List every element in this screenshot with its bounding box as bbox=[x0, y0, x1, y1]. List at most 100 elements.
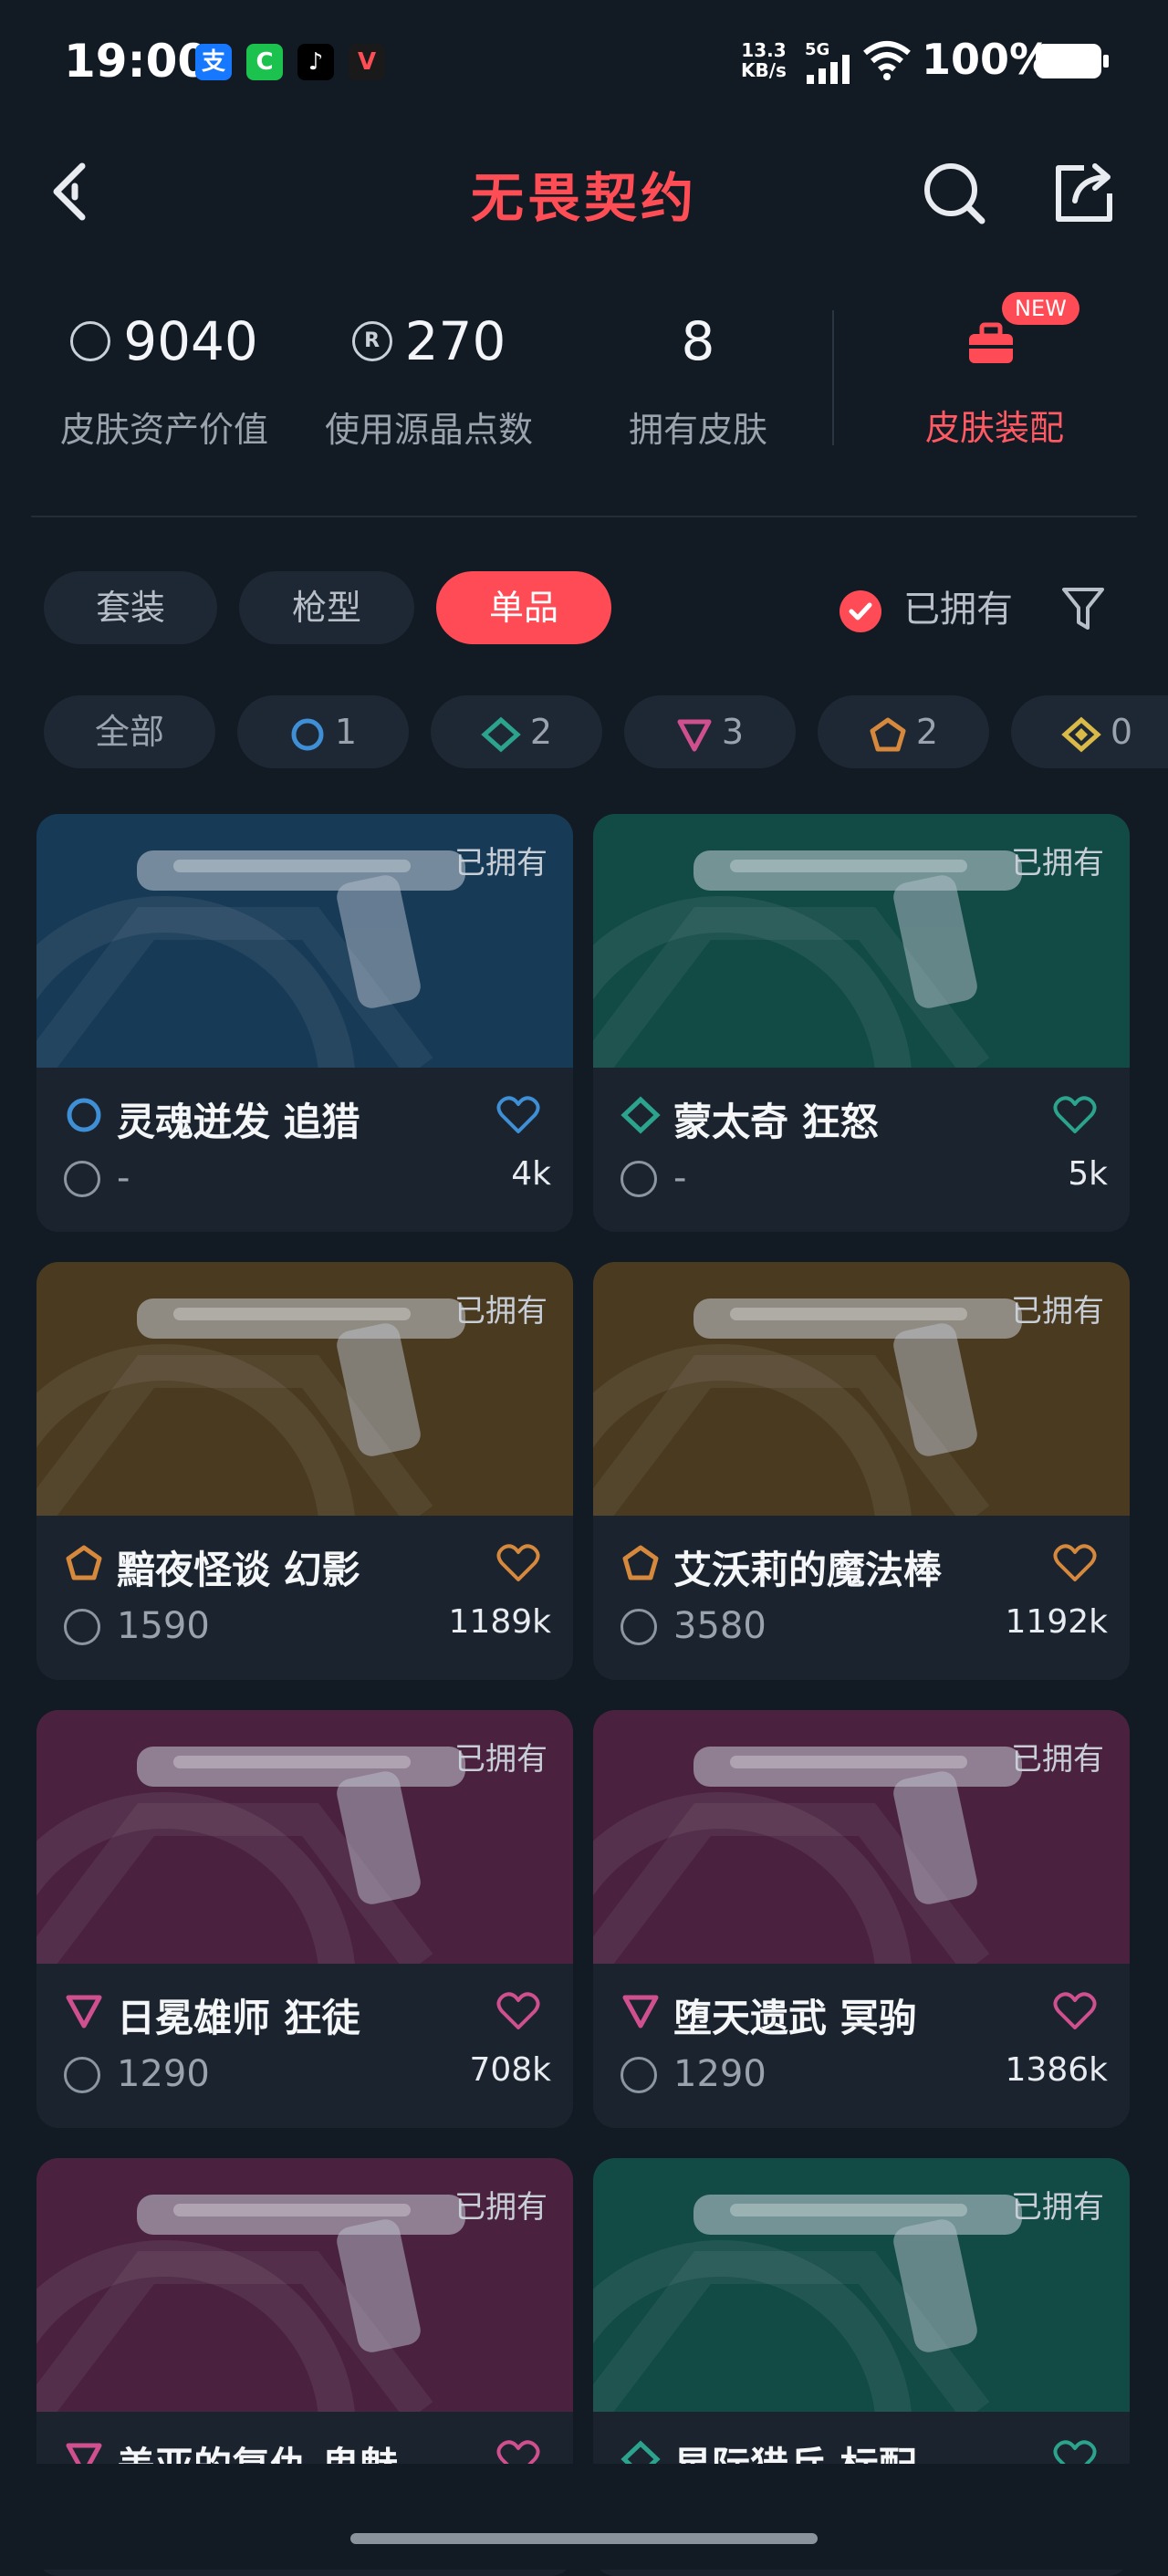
stat-asset-value: 9040 bbox=[36, 310, 292, 372]
chip-tier-premium[interactable]: 3 bbox=[624, 695, 796, 768]
heart-icon[interactable] bbox=[1053, 1095, 1097, 1135]
like-count: 1386k bbox=[1005, 2051, 1108, 2089]
skin-card[interactable]: 已拥有堕天遗武 冥驹 1290 1386k bbox=[593, 1710, 1130, 2128]
filter-icon[interactable] bbox=[1060, 584, 1106, 633]
chip-all[interactable]: 全部 bbox=[44, 695, 215, 768]
tier-deluxe-icon bbox=[481, 716, 521, 752]
owned-label: 已拥有 bbox=[1011, 845, 1104, 881]
skin-price: - bbox=[673, 1157, 687, 1199]
stat-label: 皮肤资产价值 bbox=[59, 410, 268, 450]
heart-icon[interactable] bbox=[496, 1543, 540, 1583]
skin-card[interactable]: 已拥有蒙太奇 狂怒 - 5k bbox=[593, 814, 1130, 1232]
vp-coin-icon bbox=[620, 1161, 657, 1197]
skin-name: 堕天遗武 冥驹 bbox=[673, 1996, 917, 2040]
vp-coin-icon bbox=[620, 1609, 657, 1645]
owned-filter-label: 已拥有 bbox=[903, 589, 1013, 631]
stat-label: 拥有皮肤 bbox=[628, 410, 767, 450]
skin-card[interactable]: 已拥有艾沃莉的魔法棒 3580 1192k bbox=[593, 1262, 1130, 1680]
chip-tier-deluxe[interactable]: 2 bbox=[431, 695, 602, 768]
chip-tier-select[interactable]: 1 bbox=[237, 695, 409, 768]
tier-icon bbox=[67, 1098, 101, 1132]
tier-ultra-icon bbox=[1061, 716, 1101, 752]
stat-owned-count: 8 bbox=[681, 310, 715, 372]
tier-select-icon bbox=[291, 718, 324, 750]
like-count: 1192k bbox=[1005, 1603, 1108, 1641]
heart-icon[interactable] bbox=[496, 1991, 540, 2031]
owned-label: 已拥有 bbox=[454, 1293, 548, 1330]
stat-label: 使用源晶点数 bbox=[324, 410, 533, 450]
skin-price: 1290 bbox=[673, 2053, 766, 2095]
valorant-app-icon: V bbox=[349, 44, 385, 80]
tier-icon bbox=[66, 1545, 102, 1580]
network-speed: 13.3 KB/s bbox=[741, 39, 787, 81]
skin-price: - bbox=[117, 1157, 130, 1199]
heart-icon[interactable] bbox=[1053, 1991, 1097, 2031]
owned-filter-toggle[interactable]: 已拥有 bbox=[840, 582, 1013, 637]
divider bbox=[832, 310, 834, 445]
heart-icon[interactable] bbox=[1053, 1543, 1097, 1583]
page-title: 无畏契约 bbox=[470, 167, 697, 229]
like-count: 4k bbox=[511, 1155, 551, 1193]
owned-label: 已拥有 bbox=[1011, 1293, 1104, 1330]
status-bar: 19:00 支 C ♪ V 13.3 KB/s 5G 100% bbox=[0, 0, 1168, 128]
owned-label: 已拥有 bbox=[454, 2189, 548, 2226]
skin-card[interactable]: 已拥有黯夜怪谈 幻影 1590 1189k bbox=[36, 1262, 573, 1680]
skin-name: 艾沃莉的魔法棒 bbox=[673, 1548, 943, 1592]
tier-premium-icon bbox=[677, 719, 712, 751]
chip-tier-exclusive[interactable]: 2 bbox=[818, 695, 989, 768]
locker-icon bbox=[969, 322, 1013, 363]
skin-card[interactable]: 已拥有灵魂迸发 追猎 - 4k bbox=[36, 814, 573, 1232]
status-time: 19:00 bbox=[64, 35, 210, 88]
search-icon[interactable] bbox=[922, 161, 987, 226]
divider bbox=[31, 516, 1137, 517]
like-count: 5k bbox=[1068, 1155, 1108, 1193]
wifi-icon bbox=[863, 41, 911, 80]
battery-percent: 100% bbox=[922, 35, 1052, 84]
tier-icon bbox=[622, 1545, 659, 1580]
new-badge: NEW bbox=[1002, 292, 1079, 325]
skin-name: 蒙太奇 狂怒 bbox=[673, 1100, 879, 1144]
battery-icon bbox=[1036, 44, 1109, 78]
stat-radianite: R 270 bbox=[310, 310, 548, 372]
skin-name: 日冕雄师 狂徒 bbox=[117, 1996, 360, 2040]
tab-weapon-type[interactable]: 枪型 bbox=[239, 571, 414, 644]
owned-label: 已拥有 bbox=[454, 1741, 548, 1778]
skin-price: 3580 bbox=[673, 1605, 766, 1647]
loadout-button[interactable]: NEW 皮肤装配 bbox=[858, 292, 1132, 456]
vp-coin-icon bbox=[64, 2057, 100, 2093]
stat-value: 9040 bbox=[123, 310, 258, 372]
tier-exclusive-icon bbox=[870, 717, 906, 751]
signal-icon bbox=[807, 55, 850, 84]
owned-label: 已拥有 bbox=[1011, 1741, 1104, 1778]
alipay-icon: 支 bbox=[195, 44, 232, 80]
radianite-icon: R bbox=[351, 321, 392, 361]
owned-label: 已拥有 bbox=[454, 845, 548, 881]
like-count: 708k bbox=[469, 2051, 551, 2089]
tab-single-items[interactable]: 单品 bbox=[436, 571, 611, 644]
skin-name: 灵魂迸发 追猎 bbox=[117, 1100, 360, 1144]
tab-sets[interactable]: 套装 bbox=[44, 571, 217, 644]
home-indicator[interactable] bbox=[350, 2533, 818, 2544]
loadout-label: 皮肤装配 bbox=[924, 408, 1064, 448]
skin-name: 黯夜怪谈 幻影 bbox=[117, 1548, 360, 1592]
skin-price: 1290 bbox=[117, 2053, 210, 2095]
vp-coin-icon bbox=[64, 1161, 100, 1197]
vp-coin-icon bbox=[70, 321, 111, 361]
checkbox-checked-icon bbox=[840, 590, 881, 632]
stat-value: 270 bbox=[404, 310, 506, 372]
heart-icon[interactable] bbox=[496, 1095, 540, 1135]
share-icon[interactable] bbox=[1051, 161, 1117, 226]
tier-icon bbox=[66, 1995, 102, 2028]
skin-card[interactable]: 已拥有日冕雄师 狂徒 1290 708k bbox=[36, 1710, 573, 2128]
tier-icon bbox=[622, 1995, 659, 2028]
tiktok-icon: ♪ bbox=[297, 44, 334, 80]
wechat-icon: C bbox=[246, 44, 283, 80]
bottom-fade bbox=[0, 2464, 1168, 2570]
vp-coin-icon bbox=[64, 1609, 100, 1645]
vp-coin-icon bbox=[620, 2057, 657, 2093]
chip-tier-ultra[interactable]: 0 bbox=[1011, 695, 1168, 768]
owned-label: 已拥有 bbox=[1011, 2189, 1104, 2226]
tier-icon bbox=[620, 1096, 661, 1134]
like-count: 1189k bbox=[448, 1603, 551, 1641]
skin-price: 1590 bbox=[117, 1605, 210, 1647]
